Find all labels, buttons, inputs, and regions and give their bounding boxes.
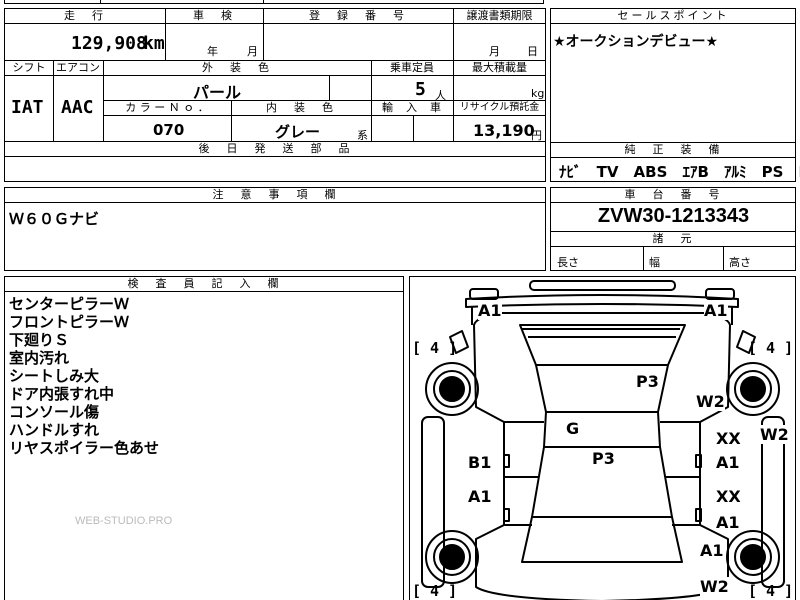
note-item: ドア内張すれ中 xyxy=(9,385,115,403)
selling-point-box: セールスポイント ★オークションデビュー★ 純 正 装 備 ﾅﾋﾞ TV ABS… xyxy=(550,8,800,182)
mark-a1-right-front-door: A1 xyxy=(716,453,740,472)
max-load-unit: kg xyxy=(531,87,545,100)
front-bumper-top xyxy=(529,280,676,291)
top-stub-row xyxy=(4,0,544,4)
tire-label-bottom-left: [ 4 ] xyxy=(412,582,458,600)
selling-point-text: ★オークションデビュー★ xyxy=(553,34,719,50)
equipment-item: TV xyxy=(596,163,619,181)
length-label: 長さ xyxy=(557,256,579,269)
interior-color-header: 内 装 色 xyxy=(231,101,371,116)
color-no-value: 070 xyxy=(153,121,185,139)
mark-a1-front-right: A1 xyxy=(704,301,728,320)
width-label: 幅 xyxy=(649,256,660,269)
note-item: 室内汚れ xyxy=(9,349,70,367)
front-bumper xyxy=(465,294,739,308)
mileage-unit: km xyxy=(143,33,165,54)
chassis-number: ZVW30-1213343 xyxy=(597,205,750,227)
ac-header: エアコン xyxy=(53,61,103,76)
equipment-item: ｴｱB xyxy=(682,163,709,181)
tire-label-top-right: [ 4 ] xyxy=(748,339,794,357)
import-header: 輸 入 車 xyxy=(371,101,453,116)
mark-xx-right-rear: XX xyxy=(716,487,741,506)
mark-a1-left-rear: A1 xyxy=(468,487,492,506)
roof xyxy=(543,411,661,448)
inspection-header: 車 検 xyxy=(165,9,263,24)
parts-header: 後 日 発 送 部 品 xyxy=(5,142,546,157)
note-item: リヤスポイラー色あせ xyxy=(9,439,160,457)
mark-w2-right-edge: W2 xyxy=(760,425,789,444)
note-item: ハンドルすれ xyxy=(9,421,100,439)
note-item: フロントピラーＷ xyxy=(9,313,130,331)
interior-color-value: グレー xyxy=(275,123,321,141)
transfer-day: 日 xyxy=(527,45,538,58)
mark-p3-hood: P3 xyxy=(636,372,659,391)
mark-a1-rear-right: A1 xyxy=(700,541,724,560)
equipment-item: ABS xyxy=(633,163,668,181)
selling-point-header: セールスポイント xyxy=(551,9,796,24)
caution-box: 注 意 事 項 欄 Ｗ６０Ｇナビ xyxy=(4,187,546,271)
tire-label-top-left: [ 4 ] xyxy=(412,339,458,357)
recycle-header: リサイクル預託金 xyxy=(453,101,546,116)
transfer-month: 月 xyxy=(489,45,500,58)
inspector-notes: センターピラーＷ フロントピラーＷ 下廻りＳ 室内汚れ シートしみ大 ドア内張す… xyxy=(9,295,159,457)
shift-value: IAT xyxy=(11,97,44,118)
note-item: センターピラーＷ xyxy=(9,295,130,313)
mileage-header: 走 行 xyxy=(5,9,165,24)
vehicle-info-table: 走 行 車 検 登 録 番 号 譲渡書類期限 129,908 km 年 月 月 … xyxy=(4,8,546,182)
mark-w2-front-right: W2 xyxy=(696,392,725,411)
inspector-header: 検 査 員 記 入 欄 xyxy=(5,277,404,292)
mark-b1-left: B1 xyxy=(468,453,492,472)
ac-value: AAC xyxy=(61,97,94,118)
color-no-header: カ ラ ー Ｎ ｏ ． xyxy=(103,101,231,116)
note-item: 下廻りＳ xyxy=(9,331,70,349)
equipment-header: 純 正 装 備 xyxy=(551,143,796,158)
rear-window xyxy=(521,516,683,563)
mark-p3-roof: P3 xyxy=(592,449,615,468)
shift-header: シフト xyxy=(5,61,53,76)
chassis-header: 車 台 番 号 xyxy=(551,188,796,203)
mileage-value: 129,908 xyxy=(71,33,147,54)
hood xyxy=(519,324,686,366)
transfer-docs-header: 譲渡書類期限 xyxy=(453,9,546,24)
equipment-item: ﾅﾋﾞ xyxy=(559,163,582,181)
car-diagram-box: [ 4 ] [ 4 ] [ 4 ] [ 4 ] A1 A1 P3 W2 W2 G… xyxy=(409,276,796,600)
capacity-value: 5 xyxy=(415,79,426,100)
tire-label-bottom-right: [ 4 ] xyxy=(748,582,794,600)
registration-header: 登 録 番 号 xyxy=(263,9,453,24)
capacity-header: 乗車定員 xyxy=(371,61,453,76)
caution-header: 注 意 事 項 欄 xyxy=(5,188,546,203)
equipment-item: PS xyxy=(761,163,784,181)
note-item: シートしみ大 xyxy=(9,367,100,385)
inspection-year: 年 xyxy=(207,45,218,58)
equipment-list: ﾅﾋﾞ TV ABS ｴｱB ｱﾙﾐ PS PW xyxy=(559,161,800,182)
mark-g-glass: G xyxy=(566,419,580,438)
mark-xx-right-front: XX xyxy=(716,429,741,448)
note-item: コンソール傷 xyxy=(9,403,100,421)
inspector-box: 検 査 員 記 入 欄 センターピラーＷ フロントピラーＷ 下廻りＳ 室内汚れ … xyxy=(4,276,404,600)
height-label: 高さ xyxy=(729,256,751,269)
max-load-header: 最大積載量 xyxy=(453,61,546,76)
inspection-month: 月 xyxy=(247,45,258,58)
dims-header: 諸 元 xyxy=(551,232,796,247)
watermark: WEB-STUDIO.PRO xyxy=(75,515,173,527)
chassis-box: 車 台 番 号 ZVW30-1213343 諸 元 長さ 幅 高さ xyxy=(550,187,796,271)
equipment-item: ｱﾙﾐ xyxy=(724,163,747,181)
mark-a1-right-rear-door: A1 xyxy=(716,513,740,532)
mark-w2-rear-right: W2 xyxy=(700,577,729,596)
exterior-color-header: 外 装 色 xyxy=(103,61,371,76)
recycle-value: 13,190 xyxy=(473,121,535,140)
caution-text: Ｗ６０Ｇナビ xyxy=(9,210,100,228)
mark-a1-front-left: A1 xyxy=(478,301,502,320)
